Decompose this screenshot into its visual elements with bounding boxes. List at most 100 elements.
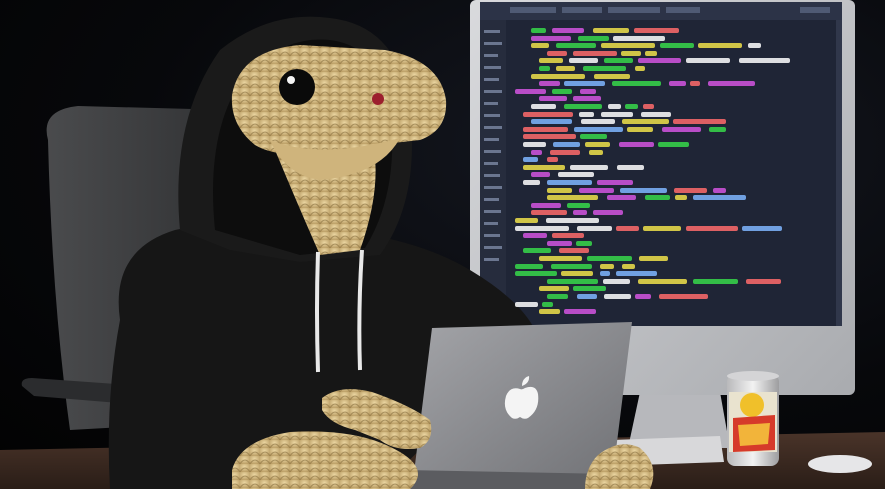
code-token — [551, 263, 592, 269]
code-token — [573, 286, 606, 292]
code-token — [547, 240, 572, 246]
code-token — [531, 149, 542, 155]
code-token — [580, 88, 596, 94]
code-token — [539, 256, 582, 261]
code-token — [581, 119, 615, 125]
code-token — [690, 81, 700, 87]
code-token — [546, 218, 599, 223]
code-token — [531, 35, 571, 41]
code-token — [539, 309, 560, 315]
code-token — [659, 294, 708, 299]
code-token — [617, 164, 644, 170]
code-token — [539, 286, 569, 292]
code-token — [559, 248, 589, 254]
code-token — [578, 35, 609, 41]
code-token — [550, 149, 580, 155]
illustration-scene — [0, 0, 885, 489]
code-token — [622, 263, 635, 269]
code-token — [597, 180, 633, 185]
drawstring-left — [315, 251, 320, 373]
code-token — [662, 126, 701, 132]
code-token — [675, 195, 687, 201]
code-token — [645, 50, 657, 56]
code-token — [643, 104, 654, 109]
code-token — [547, 187, 572, 193]
mouse — [808, 455, 872, 473]
code-token — [619, 142, 654, 147]
code-token — [556, 43, 596, 49]
code-token — [567, 202, 590, 208]
code-token — [552, 88, 572, 94]
code-token — [708, 81, 755, 87]
code-token — [523, 134, 576, 140]
code-token — [564, 81, 605, 87]
code-token — [515, 271, 557, 277]
code-token — [547, 195, 598, 201]
code-token — [607, 195, 636, 201]
code-token — [531, 73, 585, 79]
code-token — [608, 104, 621, 109]
code-token — [539, 58, 563, 64]
code-token — [579, 111, 594, 117]
snake-nostril — [372, 93, 384, 105]
code-token — [612, 81, 661, 87]
code-token — [709, 126, 726, 132]
code-token — [604, 58, 633, 64]
code-token — [515, 263, 543, 269]
code-token — [693, 195, 746, 201]
code-token — [742, 225, 782, 231]
code-token — [635, 66, 645, 71]
code-token — [539, 81, 560, 87]
code-token — [601, 43, 655, 49]
code-token — [634, 28, 679, 33]
code-token — [748, 43, 761, 49]
code-token — [523, 233, 547, 239]
code-token — [638, 278, 687, 284]
code-token — [531, 172, 550, 178]
code-token — [523, 180, 540, 185]
code-token — [589, 149, 603, 155]
code-token — [713, 187, 726, 193]
code-token — [587, 256, 632, 261]
snake-head — [231, 45, 447, 154]
code-token — [576, 240, 592, 246]
code-token — [531, 43, 549, 49]
code-token — [547, 157, 558, 163]
code-token — [660, 43, 694, 49]
code-token — [639, 256, 668, 261]
code-token — [531, 28, 546, 33]
code-token — [547, 50, 567, 56]
soda-can — [727, 371, 779, 466]
code-token — [746, 278, 781, 284]
eye-highlight — [287, 76, 295, 84]
code-token — [613, 35, 665, 41]
code-token — [523, 248, 551, 254]
code-token — [573, 50, 617, 56]
code-token — [739, 58, 790, 64]
code-token — [558, 172, 594, 178]
code-token — [564, 104, 602, 109]
code-token — [616, 271, 657, 277]
code-token — [593, 210, 623, 216]
code-token — [621, 50, 641, 56]
code-token — [547, 294, 568, 299]
code-token — [601, 111, 633, 117]
code-token — [561, 271, 593, 277]
code-token — [531, 210, 567, 216]
code-token — [531, 104, 556, 109]
code-token — [583, 66, 626, 71]
code-token — [553, 142, 580, 147]
code-token — [669, 81, 686, 87]
code-token — [573, 96, 601, 102]
code-token — [539, 66, 550, 71]
code-token — [622, 119, 669, 125]
editor-scrollbar — [836, 20, 842, 326]
code-token — [585, 142, 610, 147]
code-token — [547, 278, 598, 284]
code-token — [594, 73, 630, 79]
snake-eye — [279, 69, 315, 105]
code-token — [523, 126, 568, 132]
code-token — [625, 104, 638, 109]
code-token — [515, 218, 538, 223]
code-token — [593, 28, 629, 33]
